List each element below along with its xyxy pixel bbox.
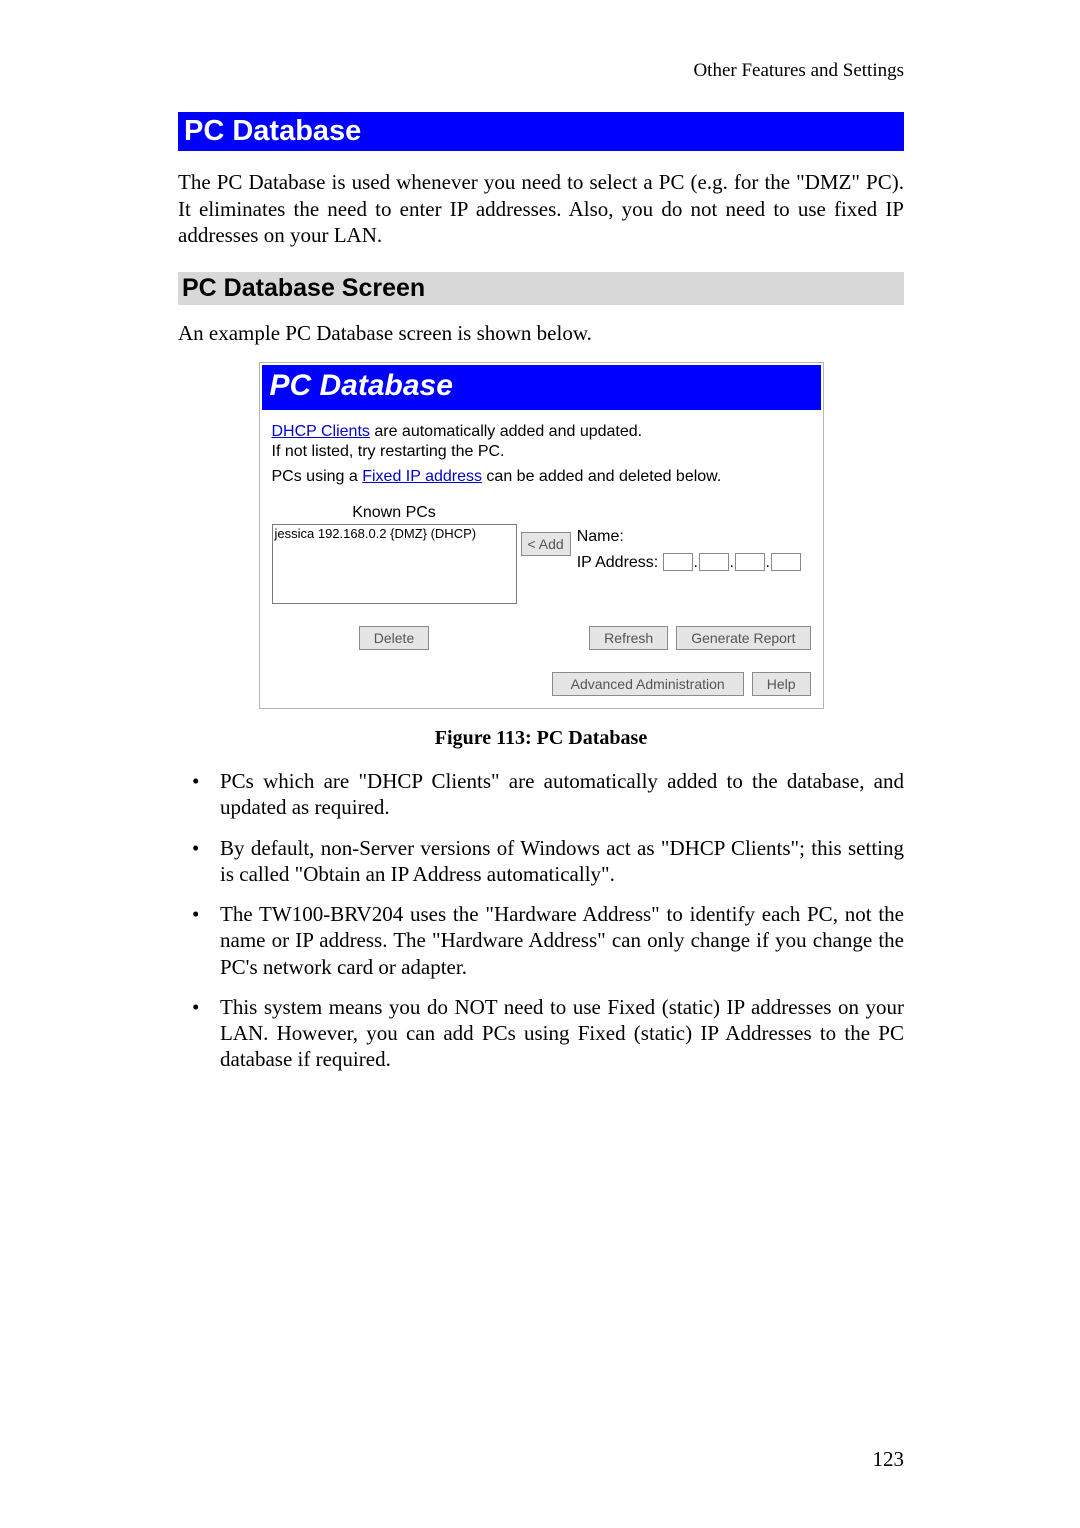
ip-octet-3-input[interactable] <box>735 553 765 571</box>
known-pcs-label: Known PCs <box>272 504 517 522</box>
figure-line3-post: can be added and deleted below. <box>482 468 721 485</box>
figure-line1: DHCP Clients are automatically added and… <box>272 422 811 442</box>
ip-octet-4-input[interactable] <box>771 553 801 571</box>
dhcp-clients-link[interactable]: DHCP Clients <box>272 423 370 440</box>
name-ip-fields: Name: IP Address: ... <box>577 524 801 575</box>
delete-button[interactable]: Delete <box>359 626 429 650</box>
bullet-item: By default, non-Server versions of Windo… <box>178 835 904 888</box>
bullet-item: This system means you do NOT need to use… <box>178 994 904 1073</box>
bullet-item: The TW100-BRV204 uses the "Hardware Addr… <box>178 901 904 980</box>
fixed-ip-link[interactable]: Fixed IP address <box>362 468 482 485</box>
known-pc-entry[interactable]: jessica 192.168.0.2 {DMZ} (DHCP) <box>275 526 514 541</box>
known-pcs-column: Known PCs jessica 192.168.0.2 {DMZ} (DHC… <box>272 504 517 604</box>
bullet-list: PCs which are "DHCP Clients" are automat… <box>178 768 904 1073</box>
figure-line2: If not listed, try restarting the PC. <box>272 442 811 462</box>
bullet-item: PCs which are "DHCP Clients" are automat… <box>178 768 904 821</box>
help-button[interactable]: Help <box>752 672 811 696</box>
name-label: Name: <box>577 528 624 545</box>
ip-octet-2-input[interactable] <box>699 553 729 571</box>
header-right-text: Other Features and Settings <box>178 60 904 82</box>
document-page: Other Features and Settings PC Database … <box>0 0 1080 1528</box>
figure-row-2: Delete Refresh Generate Report <box>272 626 811 650</box>
delete-wrap: Delete <box>272 626 517 650</box>
row2-right-buttons: Refresh Generate Report <box>589 626 810 650</box>
generate-report-button[interactable]: Generate Report <box>676 626 810 650</box>
figure-title: PC Database <box>262 365 821 410</box>
figure-line1-rest: are automatically added and updated. <box>370 423 642 440</box>
figure-line3-pre: PCs using a <box>272 468 363 485</box>
figure-line3: PCs using a Fixed IP address can be adde… <box>272 468 811 486</box>
refresh-button[interactable]: Refresh <box>589 626 668 650</box>
figure-body: DHCP Clients are automatically added and… <box>260 412 823 708</box>
ip-field-row: IP Address: ... <box>577 550 801 576</box>
figure-caption: Figure 113: PC Database <box>178 727 904 750</box>
ip-octet-1-input[interactable] <box>663 553 693 571</box>
section-banner: PC Database <box>178 112 904 151</box>
figure-middle-row: Known PCs jessica 192.168.0.2 {DMZ} (DHC… <box>272 504 811 604</box>
figure-pc-database: PC Database DHCP Clients are automatical… <box>259 362 824 709</box>
advanced-administration-button[interactable]: Advanced Administration <box>552 672 744 696</box>
name-field-row: Name: <box>577 524 801 550</box>
subintro: An example PC Database screen is shown b… <box>178 321 904 346</box>
page-number: 123 <box>873 1447 905 1472</box>
ip-label: IP Address: <box>577 554 659 571</box>
subheading: PC Database Screen <box>178 272 904 305</box>
intro-paragraph: The PC Database is used whenever you nee… <box>178 169 904 248</box>
figure-row-3: Advanced Administration Help <box>272 672 811 696</box>
known-pcs-listbox[interactable]: jessica 192.168.0.2 {DMZ} (DHCP) <box>272 524 517 604</box>
add-button[interactable]: < Add <box>521 532 571 556</box>
